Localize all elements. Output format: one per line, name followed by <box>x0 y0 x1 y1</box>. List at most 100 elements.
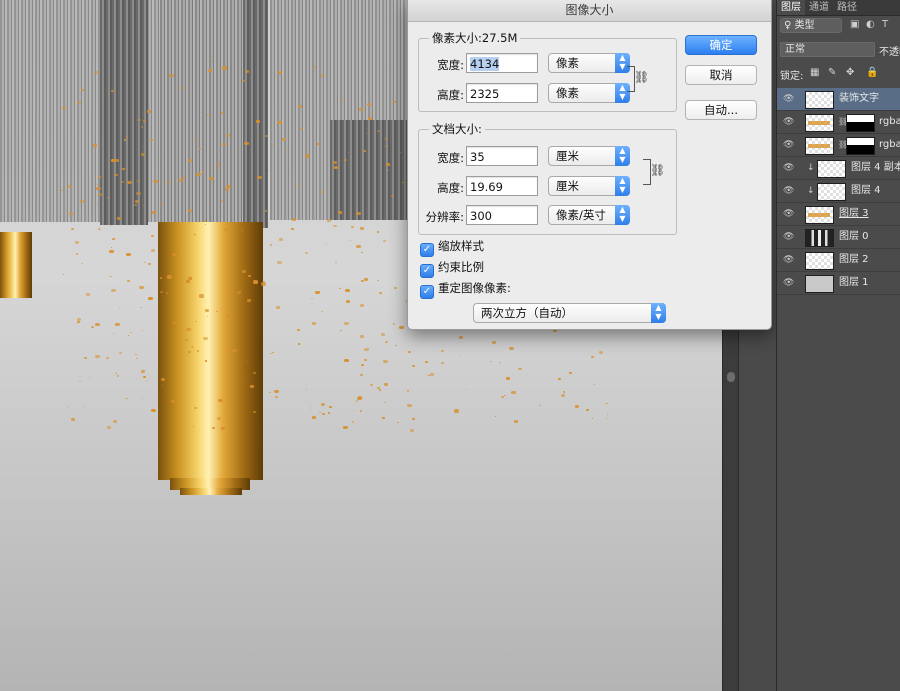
lock-transparency-icon[interactable]: ▦ <box>810 67 819 78</box>
dust-particle <box>399 326 404 330</box>
tab-channels[interactable]: 通道 <box>805 0 833 15</box>
eye-icon[interactable]: 👁 <box>783 157 795 179</box>
dust-particle <box>539 405 541 407</box>
dust-particle <box>352 421 355 423</box>
dust-particle <box>143 205 145 207</box>
doc-height-unit: 厘米 <box>556 179 579 193</box>
resample-method-select[interactable]: 两次立方（自动） ▲ ▼ <box>473 303 666 323</box>
layer-row[interactable]: 👁 装饰文字 <box>777 88 900 111</box>
dust-particle <box>141 153 145 156</box>
dust-particle <box>356 212 361 216</box>
cancel-button[interactable]: 取消 <box>685 65 757 85</box>
dust-particle <box>313 66 316 69</box>
doc-height-input[interactable]: 19.69 <box>466 176 538 196</box>
dust-particle <box>305 252 309 255</box>
eye-icon[interactable]: 👁 <box>783 134 795 156</box>
blend-mode-select[interactable]: 正常 <box>780 42 875 57</box>
layer-row[interactable]: 👁 ⛓ rgba <box>777 111 900 134</box>
eye-icon[interactable]: 👁 <box>783 249 795 271</box>
resolution-unit-select[interactable]: 像素/英寸 ▲ ▼ <box>548 205 630 225</box>
scale-styles-checkbox[interactable]: ✓ 缩放样式 <box>420 239 484 257</box>
panel-tabs: 图层 通道 路径 <box>777 0 900 16</box>
eye-icon[interactable]: 👁 <box>783 88 795 110</box>
dust-particle <box>397 422 399 423</box>
dust-particle <box>382 417 385 419</box>
resolution-input[interactable]: 300 <box>466 205 538 225</box>
eye-icon[interactable]: 👁 <box>783 272 795 294</box>
dust-particle <box>370 384 373 386</box>
layer-name: rgba <box>879 116 900 127</box>
layer-row[interactable]: 👁 图层 1 <box>777 272 900 295</box>
eye-icon[interactable]: 👁 <box>783 203 795 225</box>
dust-particle <box>410 429 415 432</box>
dust-particle <box>312 416 316 419</box>
tab-paths[interactable]: 路径 <box>833 0 861 15</box>
pixel-height-unit-select[interactable]: 像素 ▲ ▼ <box>548 83 630 103</box>
scrollbar-thumb[interactable] <box>727 372 735 382</box>
checkmark-icon: ✓ <box>420 264 434 278</box>
dust-particle <box>76 323 78 324</box>
dust-particle <box>412 418 415 420</box>
dust-particle <box>95 323 100 327</box>
pixel-width-input[interactable]: 4134 <box>466 53 538 73</box>
document-size-legend: 文档大小: <box>432 122 482 136</box>
dust-particle <box>276 306 280 309</box>
dust-particle <box>360 410 363 412</box>
dust-particle <box>228 293 231 296</box>
dust-particle <box>114 159 119 163</box>
chain-link-icon: ⛓ <box>650 163 666 177</box>
dust-particle <box>298 343 301 345</box>
lock-brush-icon[interactable]: ✎ <box>828 67 836 78</box>
type-filter-icon[interactable]: T <box>882 19 888 30</box>
layer-row[interactable]: 👁 图层 3 <box>777 203 900 226</box>
pixel-width-unit-select[interactable]: 像素 ▲ ▼ <box>548 53 630 73</box>
layer-row[interactable]: 👁 图层 0 <box>777 226 900 249</box>
dust-particle <box>272 352 274 354</box>
auto-button[interactable]: 自动... <box>685 100 757 120</box>
doc-height-unit-select[interactable]: 厘米 ▲ ▼ <box>548 176 630 196</box>
artwork-gold-cylinder-tip <box>180 488 242 495</box>
dust-particle <box>69 305 71 306</box>
dust-particle <box>408 351 411 354</box>
constrain-proportions-checkbox[interactable]: ✓ 约束比例 <box>420 260 484 278</box>
eye-icon[interactable]: 👁 <box>783 180 795 202</box>
dust-particle <box>147 110 151 113</box>
eye-icon[interactable]: 👁 <box>783 111 795 133</box>
dust-particle <box>111 247 112 248</box>
resample-checkbox[interactable]: ✓ 重定图像像素: <box>420 281 511 299</box>
doc-width-input[interactable]: 35 <box>466 146 538 166</box>
layer-filter-kind-select[interactable]: ♀ 类型 <box>780 18 842 33</box>
dust-particle <box>93 144 97 147</box>
layer-row[interactable]: 👁 ⛓ rgba <box>777 134 900 157</box>
checkmark-icon: ✓ <box>420 285 434 299</box>
dust-particle <box>586 409 589 411</box>
dust-particle <box>148 297 153 301</box>
pixel-filter-icon[interactable]: ▣ <box>850 19 859 30</box>
dust-particle <box>115 373 117 375</box>
dust-particle <box>393 101 396 103</box>
dust-particle <box>360 227 364 230</box>
checkmark-icon: ✓ <box>420 243 434 257</box>
lock-move-icon[interactable]: ✥ <box>846 67 854 78</box>
dust-particle <box>279 238 283 241</box>
ok-button[interactable]: 确定 <box>685 35 757 55</box>
dust-particle <box>297 185 300 187</box>
dust-particle <box>110 225 112 226</box>
layer-row[interactable]: 👁 ↓ 图层 4 <box>777 180 900 203</box>
dialog-title: 图像大小 <box>408 0 771 22</box>
pixel-height-input[interactable]: 2325 <box>466 83 538 103</box>
chain-link-icon: ⛓ <box>634 70 650 84</box>
eye-icon[interactable]: 👁 <box>783 226 795 248</box>
adjustment-filter-icon[interactable]: ◐ <box>866 19 875 30</box>
dust-particle <box>402 182 404 183</box>
lock-all-icon[interactable]: 🔒 <box>866 67 878 78</box>
artwork-steel-shaft-shadow <box>243 0 268 228</box>
dust-particle <box>247 299 251 302</box>
dust-particle <box>364 278 369 281</box>
tab-layers[interactable]: 图层 <box>777 0 805 15</box>
doc-width-unit-select[interactable]: 厘米 ▲ ▼ <box>548 146 630 166</box>
layer-row[interactable]: 👁 ↓ 图层 4 副本 <box>777 157 900 180</box>
layer-thumbnail <box>805 206 834 224</box>
layer-row[interactable]: 👁 图层 2 <box>777 249 900 272</box>
dust-particle <box>237 291 241 294</box>
